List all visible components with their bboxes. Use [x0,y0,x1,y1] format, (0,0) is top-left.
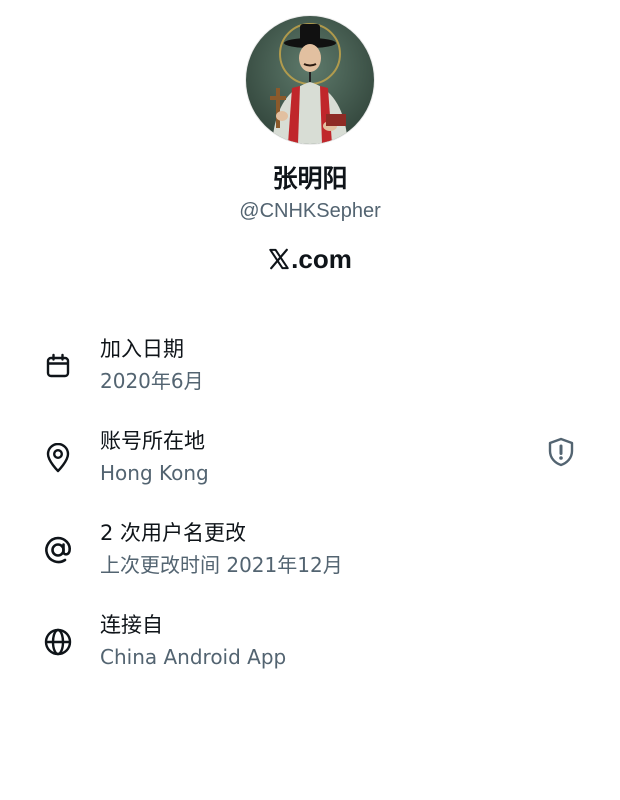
row-connected-via: 连接自 China Android App [0,606,620,698]
location-pin-icon [40,440,76,476]
row-subtitle: 2020年6月 [100,369,204,393]
row-title: 2 次用户名更改 [100,521,247,545]
globe-icon [40,624,76,660]
calendar-icon [40,348,76,384]
row-account-location: 账号所在地 Hong Kong [0,422,620,514]
row-title: 账号所在地 [100,429,205,453]
x-logo-icon [269,248,289,270]
row-username-changes: 2 次用户名更改 上次更改时间 2021年12月 [0,514,620,606]
row-join-date: 加入日期 2020年6月 [0,330,620,422]
avatar-portrait [246,16,374,144]
row-subtitle: Hong Kong [100,461,209,485]
site-link[interactable]: .com [268,244,352,274]
avatar[interactable] [246,16,374,144]
user-handle[interactable]: @CNHKSepher [239,198,380,224]
account-info-list: 加入日期 2020年6月 账号所在地 Hong Kong 2 次用户名更改 上次… [0,330,620,698]
row-title: 连接自 [100,613,163,637]
at-sign-icon [40,532,76,568]
row-title: 加入日期 [100,337,184,361]
row-subtitle: China Android App [100,645,287,669]
site-domain: .com [291,244,352,274]
row-subtitle: 上次更改时间 2021年12月 [100,553,343,577]
display-name: 张明阳 [272,164,348,193]
shield-alert-icon[interactable] [543,434,579,470]
profile-header: 张明阳 @CNHKSepher .com [0,16,620,274]
